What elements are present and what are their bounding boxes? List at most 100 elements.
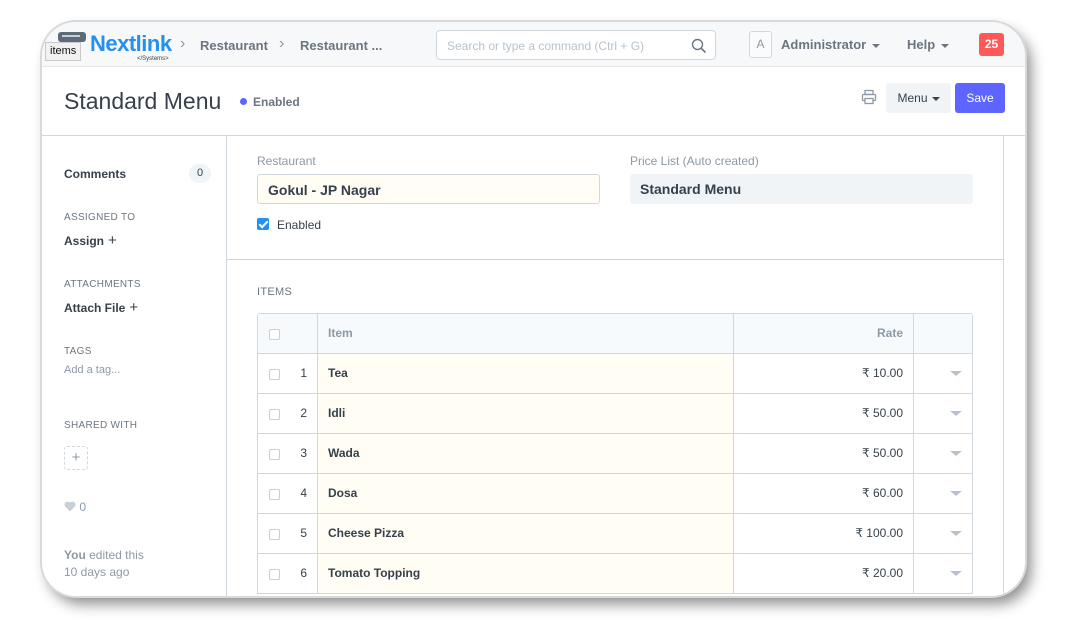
- row-select-cell: 3: [258, 434, 318, 473]
- row-number: 3: [300, 446, 307, 460]
- item-cell[interactable]: Tomato Topping: [318, 554, 734, 593]
- row-number: 2: [300, 406, 307, 420]
- edit-user[interactable]: You: [64, 548, 86, 562]
- last-edited: You edited this 10 days ago: [64, 547, 144, 581]
- breadcrumb-restaurant[interactable]: Restaurant: [200, 38, 268, 53]
- rate-cell[interactable]: ₹ 100.00: [734, 514, 914, 553]
- menu-button[interactable]: Menu: [886, 83, 951, 113]
- table-row[interactable]: 4 Dosa ₹ 60.00: [258, 474, 972, 514]
- rate-cell[interactable]: ₹ 10.00: [734, 354, 914, 393]
- row-dropdown-icon[interactable]: [950, 491, 962, 496]
- help-label: Help: [907, 37, 936, 52]
- table-row[interactable]: 5 Cheese Pizza ₹ 100.00: [258, 514, 972, 554]
- row-actions-cell: [914, 514, 974, 553]
- restaurant-label: Restaurant: [257, 154, 316, 168]
- assign-button[interactable]: Assign +: [64, 232, 117, 249]
- likes-count: 0: [79, 500, 87, 514]
- item-cell[interactable]: Wada: [318, 434, 734, 473]
- table-row[interactable]: 6 Tomato Topping ₹ 20.00: [258, 554, 972, 594]
- row-checkbox[interactable]: [269, 409, 280, 420]
- row-checkbox[interactable]: [269, 489, 280, 500]
- status-label: Enabled: [253, 95, 300, 109]
- row-number: 4: [300, 486, 307, 500]
- plus-icon: +: [129, 299, 139, 316]
- table-row[interactable]: 1 Tea ₹ 10.00: [258, 354, 972, 394]
- page-header: Standard Menu Enabled Menu Save: [42, 67, 1025, 136]
- table-row[interactable]: 3 Wada ₹ 50.00: [258, 434, 972, 474]
- row-actions-cell: [914, 394, 974, 433]
- item-cell[interactable]: Cheese Pizza: [318, 514, 734, 553]
- user-menu[interactable]: Administrator: [781, 37, 881, 52]
- status-indicator: Enabled: [240, 95, 300, 109]
- shared-heading: SHARED WITH: [64, 420, 138, 431]
- comments-link[interactable]: Comments: [64, 167, 126, 181]
- plus-icon: +: [108, 232, 117, 249]
- share-add-button[interactable]: +: [64, 446, 88, 470]
- row-checkbox[interactable]: [269, 569, 280, 580]
- print-icon[interactable]: [861, 89, 877, 105]
- row-checkbox[interactable]: [269, 369, 280, 380]
- help-menu[interactable]: Help: [907, 37, 950, 52]
- row-dropdown-icon[interactable]: [950, 451, 962, 456]
- row-dropdown-icon[interactable]: [950, 371, 962, 376]
- logo-tagline: </Systems>: [137, 56, 169, 62]
- rate-cell[interactable]: ₹ 50.00: [734, 394, 914, 433]
- menu-button-label: Menu: [897, 91, 928, 105]
- logo-mark-icon: [58, 32, 86, 42]
- notifications-badge[interactable]: 25: [979, 33, 1004, 56]
- row-select-cell: 5: [258, 514, 318, 553]
- row-dropdown-icon[interactable]: [950, 411, 962, 416]
- chevron-right-icon: ›: [180, 35, 186, 52]
- price-list-label: Price List (Auto created): [630, 154, 759, 168]
- row-checkbox[interactable]: [269, 529, 280, 540]
- breadcrumb-current[interactable]: Restaurant ...: [300, 38, 382, 53]
- row-select-cell: 6: [258, 554, 318, 593]
- rate-cell[interactable]: ₹ 20.00: [734, 554, 914, 593]
- caret-down-icon: [931, 96, 940, 101]
- assigned-heading: ASSIGNED TO: [64, 212, 136, 223]
- item-cell[interactable]: Idli: [318, 394, 734, 433]
- row-number: 5: [300, 526, 307, 540]
- restaurant-field[interactable]: Gokul - JP Nagar: [257, 174, 600, 204]
- item-cell[interactable]: Dosa: [318, 474, 734, 513]
- caret-down-icon: [872, 43, 881, 48]
- item-cell[interactable]: Tea: [318, 354, 734, 393]
- avatar[interactable]: A: [749, 31, 772, 58]
- select-all-checkbox[interactable]: [269, 329, 280, 340]
- form-body: Restaurant Gokul - JP Nagar Price List (…: [227, 136, 1004, 596]
- enabled-checkbox-label: Enabled: [277, 218, 322, 232]
- section-divider: [227, 259, 1004, 260]
- rate-cell[interactable]: ₹ 60.00: [734, 474, 914, 513]
- chevron-right-icon: ›: [279, 35, 285, 52]
- row-number: 1: [300, 366, 307, 380]
- tooltip: items: [45, 42, 82, 61]
- search-icon: [691, 38, 707, 54]
- search-placeholder: Search or type a command (Ctrl + G): [447, 39, 645, 53]
- price-list-field: Standard Menu: [630, 174, 973, 204]
- items-section-heading: ITEMS: [257, 286, 293, 298]
- row-actions-cell: [914, 474, 974, 513]
- row-actions-cell: [914, 354, 974, 393]
- row-dropdown-icon[interactable]: [950, 571, 962, 576]
- form-sidebar: Comments 0 ASSIGNED TO Assign + ATTACHMEN…: [42, 136, 227, 596]
- comments-count: 0: [189, 164, 211, 183]
- add-tag-input[interactable]: Add a tag...: [64, 364, 120, 376]
- user-name: Administrator: [781, 37, 867, 52]
- row-checkbox[interactable]: [269, 449, 280, 460]
- save-button[interactable]: Save: [955, 83, 1005, 113]
- rate-cell[interactable]: ₹ 50.00: [734, 434, 914, 473]
- row-select-cell: 1: [258, 354, 318, 393]
- edit-time: 10 days ago: [64, 565, 130, 579]
- enabled-checkbox[interactable]: [257, 218, 269, 230]
- search-input[interactable]: Search or type a command (Ctrl + G): [436, 30, 716, 60]
- caret-down-icon: [941, 43, 950, 48]
- row-actions-cell: [914, 434, 974, 473]
- row-actions-cell: [914, 554, 974, 593]
- heart-icon: [64, 501, 76, 512]
- row-number: 6: [300, 566, 307, 580]
- attach-file-button[interactable]: Attach File +: [64, 299, 138, 316]
- likes[interactable]: 0: [64, 500, 86, 514]
- table-header-row: Item Rate: [258, 314, 972, 354]
- table-row[interactable]: 2 Idli ₹ 50.00: [258, 394, 972, 434]
- row-dropdown-icon[interactable]: [950, 531, 962, 536]
